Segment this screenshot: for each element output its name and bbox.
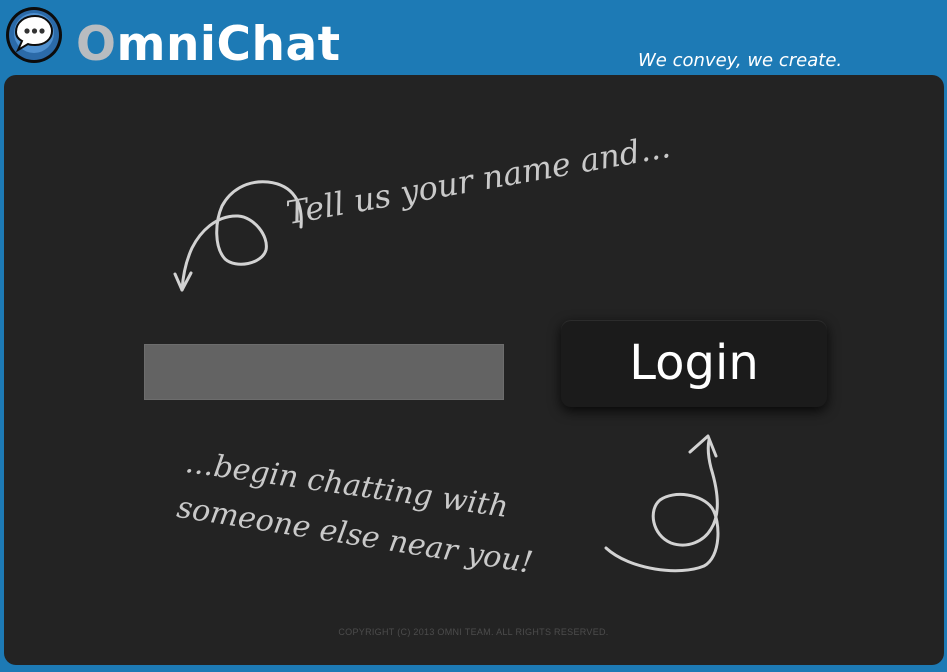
- copyright-text: COPYRIGHT (C) 2013 OMNI TEAM. ALL RIGHTS…: [338, 627, 609, 637]
- brand-rest: mniChat: [116, 17, 341, 72]
- login-button[interactable]: Login: [561, 320, 827, 407]
- brand-first-letter: O: [76, 17, 117, 72]
- curly-arrow-up-icon: [604, 434, 720, 573]
- name-input[interactable]: [144, 344, 504, 400]
- brand-name: OmniChat: [76, 19, 341, 71]
- header-bar: OmniChat We convey, we create.: [0, 0, 947, 75]
- tagline: We convey, we create.: [638, 50, 843, 71]
- chat-bubble-icon: [6, 7, 62, 63]
